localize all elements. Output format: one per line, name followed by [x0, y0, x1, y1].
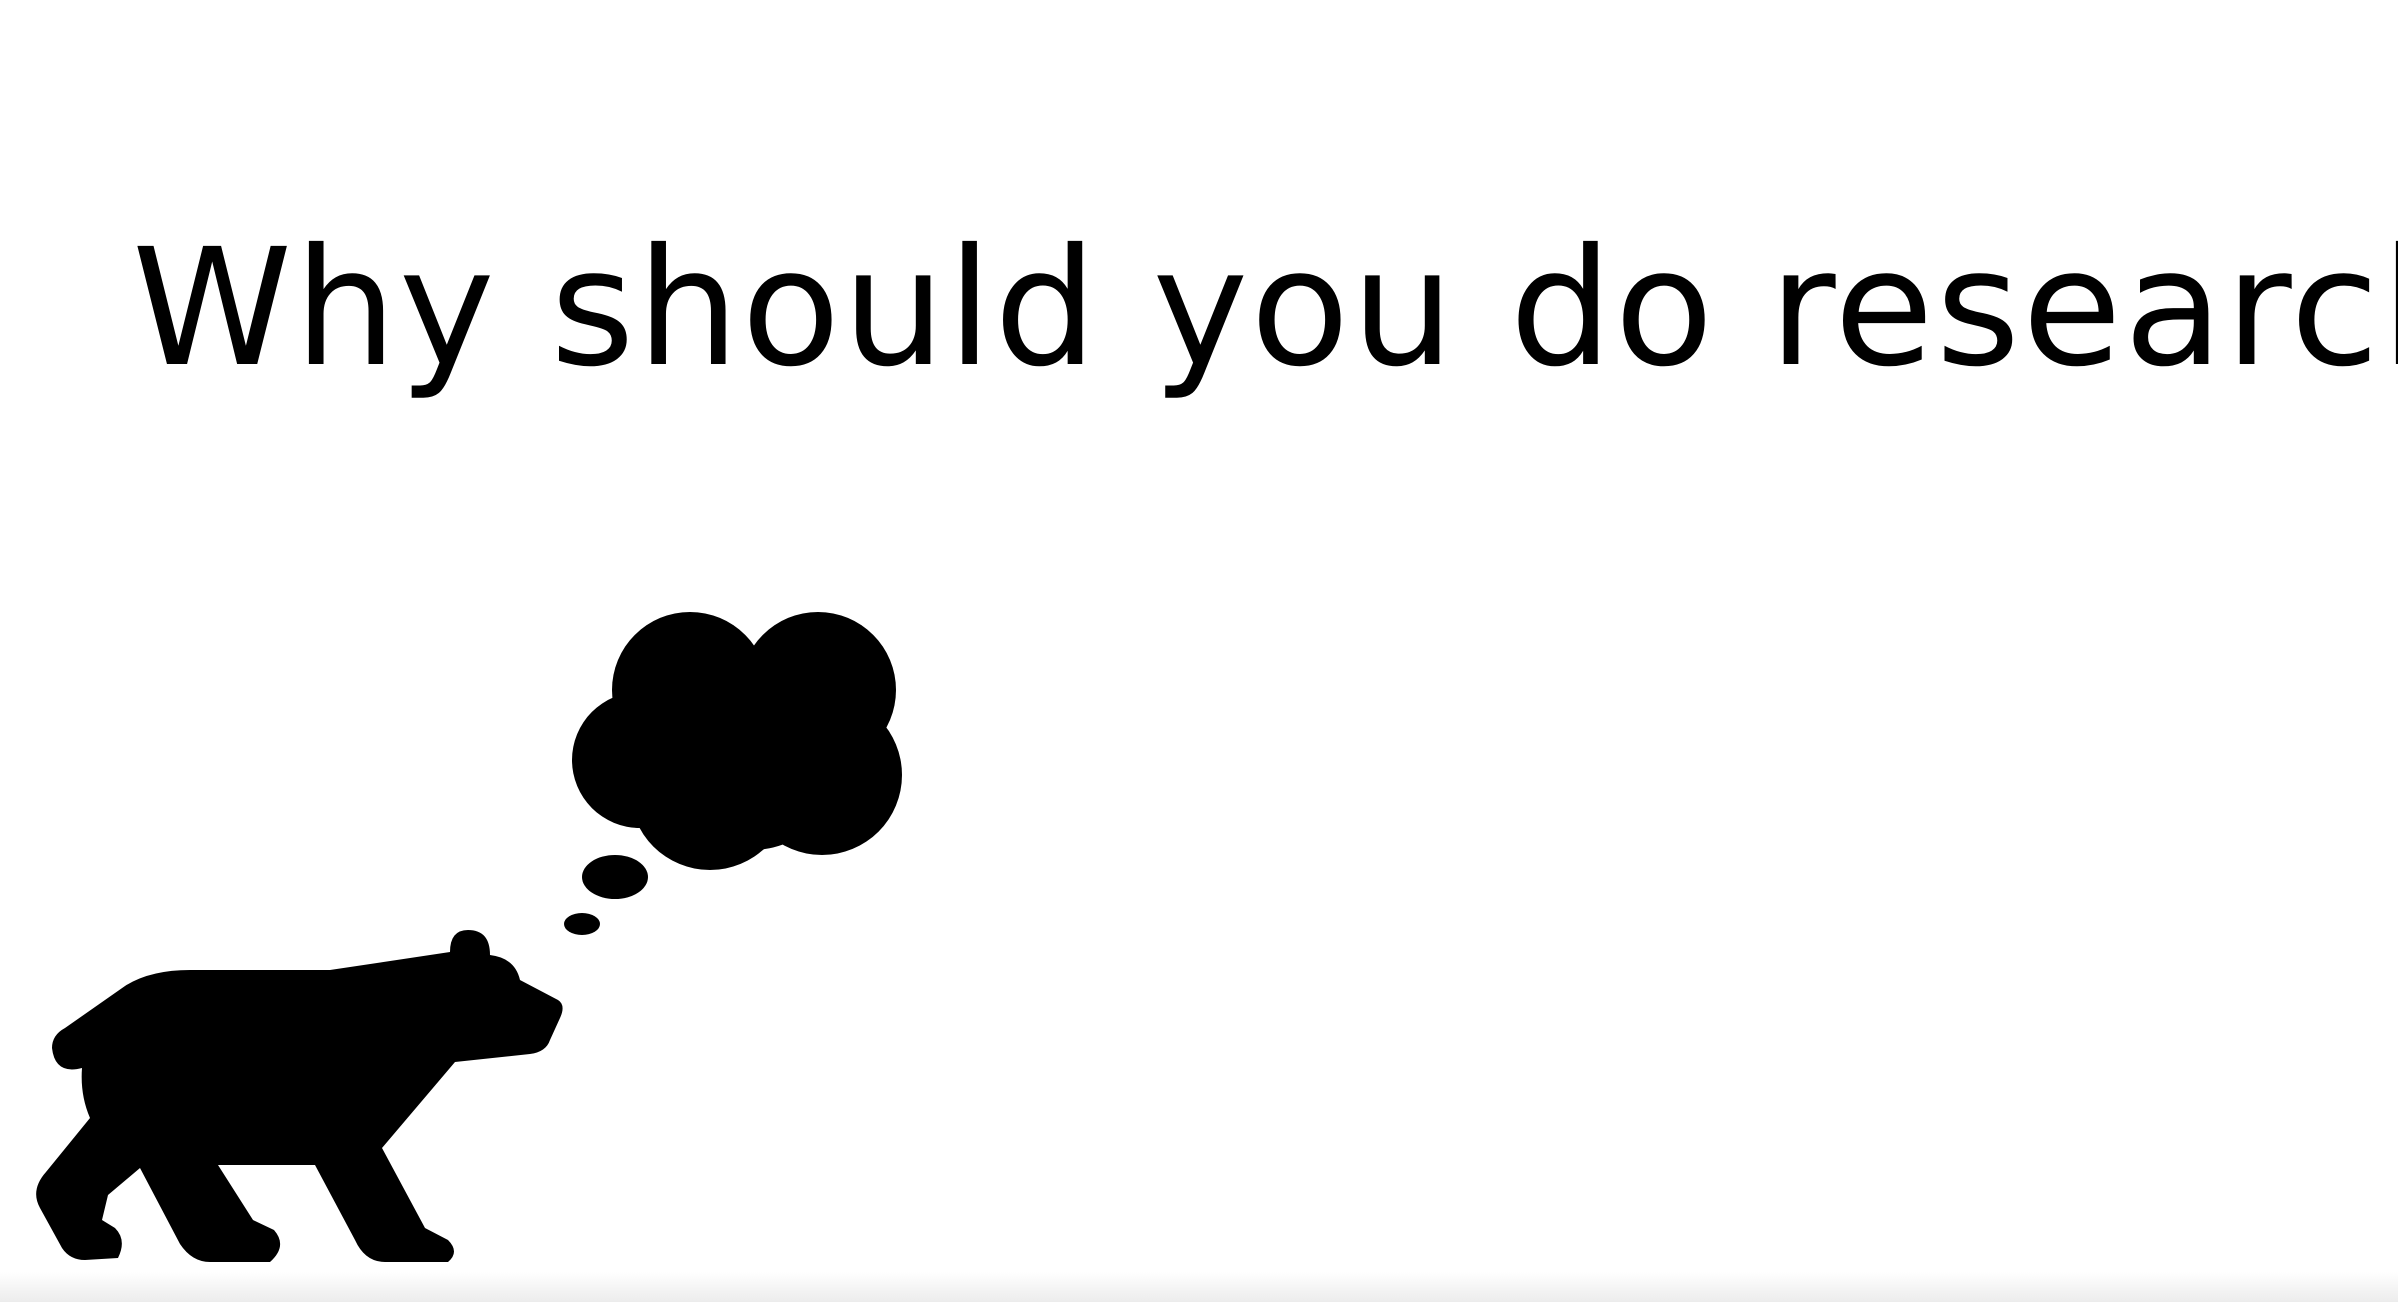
thought-cloud-icon	[572, 612, 902, 870]
thought-bubble-dots	[564, 855, 648, 935]
bottom-edge-shadow	[0, 1272, 2398, 1302]
bear-silhouette-icon	[36, 930, 563, 1262]
bear-thinking-icon	[36, 612, 902, 1262]
slide-title: Why should you do research?	[132, 215, 2398, 403]
presentation-slide: Why should you do research?	[0, 0, 2398, 1302]
